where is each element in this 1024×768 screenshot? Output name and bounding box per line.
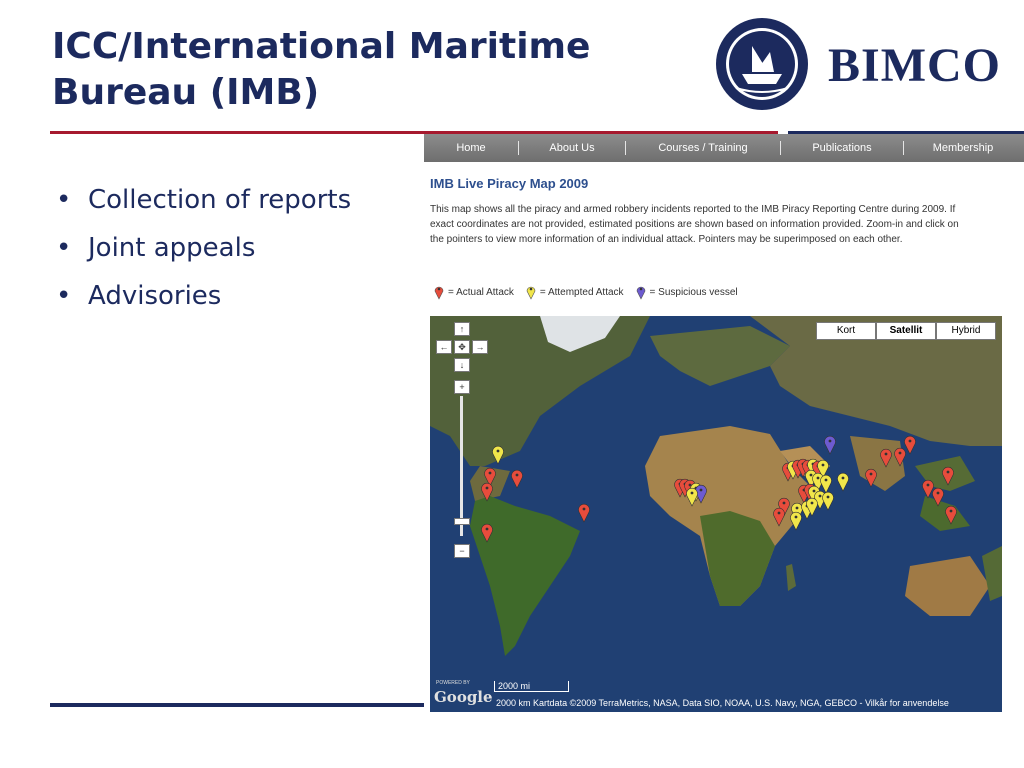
actual-marker[interactable] [942, 466, 954, 486]
marker-dot [690, 491, 694, 495]
slide-title-line1: ICC/International Maritime [52, 26, 591, 67]
marker-dot [795, 506, 799, 510]
bullet-dot-icon: • [56, 233, 72, 263]
slide-title-line2: Bureau (IMB) [52, 72, 320, 113]
marker-dot [809, 473, 813, 477]
attempted-marker[interactable] [820, 474, 832, 494]
map-legend: = Actual Attack = Attempted Attack = Sus… [434, 284, 750, 300]
marker-dot [782, 501, 786, 505]
bullet-dot-icon: • [56, 185, 72, 215]
nav-home[interactable]: Home [424, 142, 518, 154]
marker-dot [582, 507, 586, 511]
marker-dot [818, 494, 822, 498]
bimco-wordmark: BIMCO [828, 39, 1001, 92]
marker-dot [898, 451, 902, 455]
scale-miles: 2000 mi [494, 681, 569, 692]
map-description: This map shows all the piracy and armed … [430, 204, 959, 245]
marker-dot [812, 489, 816, 493]
attempted-marker[interactable] [790, 511, 802, 531]
map-scale-bar: 2000 mi [494, 681, 569, 692]
bullet-list: • Collection of reports • Joint appeals • A… [56, 180, 351, 324]
marker-dot [828, 439, 832, 443]
actual-marker[interactable] [904, 435, 916, 455]
nav-publications[interactable]: Publications [781, 142, 903, 154]
marker-dot [777, 511, 781, 515]
actual-attack-pin-icon [434, 286, 444, 300]
actual-marker[interactable] [880, 448, 892, 468]
bimco-seal-icon [716, 18, 808, 110]
marker-dot [936, 491, 940, 495]
marker-dot [485, 527, 489, 531]
nav-about-us[interactable]: About Us [519, 142, 625, 154]
marker-dot [949, 509, 953, 513]
actual-marker[interactable] [945, 505, 957, 525]
marker-dot [884, 452, 888, 456]
footer-divider [50, 703, 428, 707]
bullet-text: Collection of reports [88, 185, 352, 215]
powered-by-label: POWERED BY [436, 680, 470, 686]
attempted-attack-pin-icon [526, 286, 536, 300]
marker-dot [826, 495, 830, 499]
marker-dot [816, 476, 820, 480]
suspicious-marker[interactable] [824, 435, 836, 455]
attempted-marker[interactable] [822, 491, 834, 511]
marker-dot [926, 483, 930, 487]
marker-dot [946, 470, 950, 474]
nav-courses-training[interactable]: Courses / Training [626, 142, 780, 154]
scale-km: 2000 km [496, 698, 531, 708]
marker-dot [841, 476, 845, 480]
slide-title: ICC/International Maritime Bureau (IMB) [52, 24, 692, 116]
bullet-item: • Advisories [56, 276, 351, 324]
actual-marker[interactable] [481, 482, 493, 502]
marker-dot [810, 501, 814, 505]
imb-website-screenshot: Home About Us Courses / Training Publica… [424, 134, 1024, 714]
bullet-item: • Collection of reports [56, 180, 351, 228]
marker-dot [821, 463, 825, 467]
legend-label-actual: = Actual Attack [448, 286, 514, 298]
bullet-text: Advisories [88, 281, 222, 311]
actual-marker[interactable] [922, 479, 934, 499]
actual-marker[interactable] [865, 468, 877, 488]
marker-dot [515, 473, 519, 477]
incident-markers [481, 435, 957, 543]
attribution-text[interactable]: Kartdata ©2009 TerraMetrics, NASA, Data … [533, 698, 949, 708]
attempted-marker[interactable] [837, 472, 849, 492]
actual-marker[interactable] [481, 523, 493, 543]
nav-membership[interactable]: Membership [904, 142, 1022, 154]
attempted-marker[interactable] [492, 445, 504, 465]
bullet-dot-icon: • [56, 281, 72, 311]
bullet-text: Joint appeals [88, 233, 256, 263]
map-attribution: 2000 km Kartdata ©2009 TerraMetrics, NAS… [496, 698, 949, 708]
site-nav-bar: Home About Us Courses / Training Publica… [424, 134, 1024, 162]
legend-label-attempted: = Attempted Attack [539, 286, 624, 298]
marker-dot [869, 472, 873, 476]
google-logo: Google [434, 688, 493, 706]
marker-dot [488, 471, 492, 475]
marker-dot [496, 449, 500, 453]
satellite-map[interactable]: Kort Satellit Hybrid ↑ ← ✥ → ↓ + − POWER… [430, 316, 1002, 712]
legend-label-suspicious: = Suspicious vessel [649, 286, 738, 298]
marker-dot [794, 515, 798, 519]
actual-marker[interactable] [773, 507, 785, 527]
map-title: IMB Live Piracy Map 2009 [430, 176, 589, 191]
attempted-marker[interactable] [686, 487, 698, 507]
marker-dot [824, 478, 828, 482]
actual-marker[interactable] [894, 447, 906, 467]
marker-dot [485, 486, 489, 490]
actual-marker[interactable] [932, 487, 944, 507]
suspicious-vessel-pin-icon [636, 286, 645, 300]
marker-dot [908, 439, 912, 443]
actual-marker[interactable] [578, 503, 590, 523]
actual-marker[interactable] [511, 469, 523, 489]
bullet-item: • Joint appeals [56, 228, 351, 276]
marker-dot [699, 488, 703, 492]
